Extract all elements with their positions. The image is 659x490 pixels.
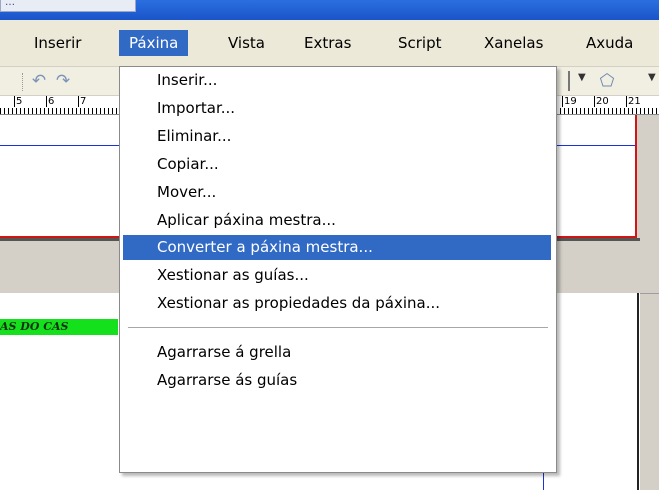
- ruler-label: 5: [14, 96, 23, 107]
- menu-item-mover[interactable]: Mover...: [123, 180, 551, 205]
- menu-item-aplicar-paxina-mestra[interactable]: Aplicar páxina mestra...: [123, 208, 551, 233]
- page-border: [635, 115, 637, 238]
- window-title-fragment: …: [0, 0, 136, 12]
- menu-axuda[interactable]: Axuda: [576, 30, 643, 56]
- ruler-label: 7: [78, 96, 87, 107]
- shape-pentagon-icon[interactable]: ⬠: [596, 71, 618, 91]
- dropdown-arrow-icon[interactable]: ▼: [648, 72, 656, 83]
- title-bar: …: [0, 0, 659, 20]
- menu-item-agarrarse-grella[interactable]: Agarrarse á grella: [123, 340, 551, 365]
- menu-item-inserir[interactable]: Inserir...: [123, 68, 551, 93]
- ruler-label: 19: [562, 96, 577, 107]
- ruler-label: 6: [46, 96, 55, 107]
- dropdown-arrow-icon[interactable]: ▼: [578, 72, 586, 83]
- menu-item-agarrarse-guias[interactable]: Agarrarse ás guías: [123, 368, 551, 393]
- menu-inserir[interactable]: Inserir: [24, 30, 91, 56]
- menu-item-copiar[interactable]: Copiar...: [123, 152, 551, 177]
- ruler-label: 21: [626, 96, 641, 107]
- banner-text-frame[interactable]: AS DO CAS: [0, 319, 118, 335]
- menu-vista[interactable]: Vista: [218, 30, 275, 56]
- menu-bar: Inserir Páxina Vista Extras Script Xanel…: [0, 20, 659, 67]
- toolbar-separator: [22, 73, 25, 91]
- page-border: [637, 293, 639, 490]
- menu-item-importar[interactable]: Importar...: [123, 96, 551, 121]
- menu-xanelas[interactable]: Xanelas: [474, 30, 553, 56]
- paxina-dropdown-menu: Inserir... Importar... Eliminar... Copia…: [119, 66, 557, 473]
- menu-item-xestionar-propiedades[interactable]: Xestionar as propiedades da páxina...: [123, 291, 551, 316]
- ruler-label: 20: [594, 96, 609, 107]
- menu-item-converter-paxina-mestra[interactable]: Converter a páxina mestra...: [123, 235, 551, 260]
- menu-paxina[interactable]: Páxina: [119, 30, 189, 56]
- menu-separator: [128, 327, 548, 328]
- undo-icon[interactable]: ↶: [28, 71, 50, 91]
- menu-item-eliminar[interactable]: Eliminar...: [123, 124, 551, 149]
- redo-icon[interactable]: ↷: [52, 71, 74, 91]
- combo-edge-icon: [560, 71, 570, 91]
- menu-item-xestionar-guias[interactable]: Xestionar as guías...: [123, 263, 551, 288]
- menu-script[interactable]: Script: [388, 30, 452, 56]
- menu-extras[interactable]: Extras: [294, 30, 361, 56]
